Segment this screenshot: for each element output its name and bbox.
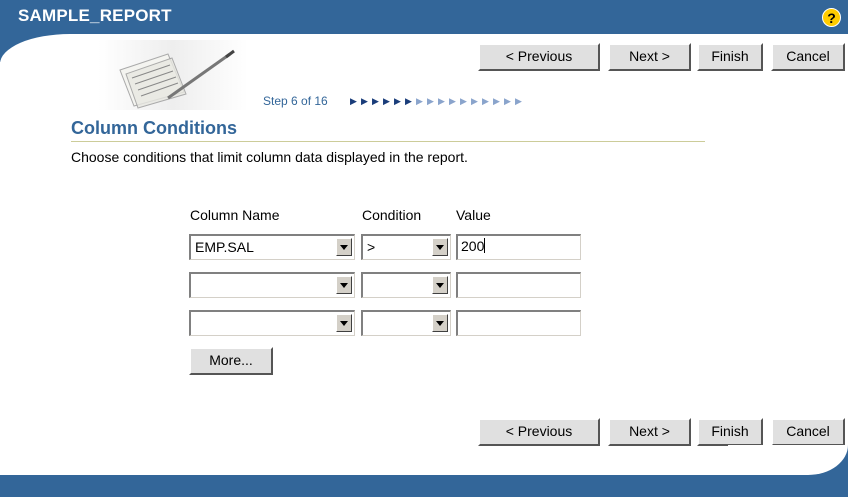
next-button-top[interactable]: Next > xyxy=(608,43,691,71)
wizard-illustration-icon xyxy=(98,40,248,110)
text-caret xyxy=(484,238,486,253)
column-name-select[interactable]: EMP.SAL xyxy=(189,234,355,260)
previous-button-top[interactable]: < Previous xyxy=(478,43,600,71)
chevron-down-icon[interactable] xyxy=(336,314,352,332)
column-name-select[interactable] xyxy=(189,272,355,298)
value-input[interactable] xyxy=(456,310,581,336)
chevron-down-icon[interactable] xyxy=(432,276,448,294)
footer-bar xyxy=(0,475,848,497)
condition-select-value: > xyxy=(367,239,376,255)
value-input-text: 200 xyxy=(461,238,485,254)
footer-curve xyxy=(728,445,848,475)
step-marker-icon: ▶ xyxy=(482,96,489,106)
title-divider xyxy=(71,141,705,142)
condition-header: Condition xyxy=(362,207,422,223)
step-marker-icon: ▶ xyxy=(394,96,401,106)
value-header: Value xyxy=(456,207,491,223)
column-name-header: Column Name xyxy=(190,207,280,223)
step-marker-icon: ▶ xyxy=(438,96,445,106)
step-marker-icon: ▶ xyxy=(372,96,379,106)
instructions-text: Choose conditions that limit column data… xyxy=(71,149,468,165)
step-marker-icon: ▶ xyxy=(493,96,500,106)
more-button[interactable]: More... xyxy=(189,347,273,375)
step-marker-icon: ▶ xyxy=(361,96,368,106)
step-progress: ▶ ▶ ▶ ▶ ▶ ▶ ▶ ▶ ▶ ▶ ▶ ▶ ▶ ▶ ▶ ▶ xyxy=(350,97,526,107)
chevron-down-icon[interactable] xyxy=(432,314,448,332)
page-title: Column Conditions xyxy=(71,118,237,138)
step-marker-icon: ▶ xyxy=(383,96,390,106)
help-icon[interactable]: ? xyxy=(822,8,841,27)
step-marker-icon: ▶ xyxy=(449,96,456,106)
step-marker-icon: ▶ xyxy=(515,96,522,106)
value-input[interactable]: 200 xyxy=(456,234,581,260)
finish-button-top[interactable]: Finish xyxy=(697,43,763,71)
step-marker-icon: ▶ xyxy=(471,96,478,106)
next-button-bottom[interactable]: Next > xyxy=(608,418,691,446)
condition-select[interactable]: > xyxy=(361,234,451,260)
value-input[interactable] xyxy=(456,272,581,298)
header-curve xyxy=(0,34,200,94)
app-title: SAMPLE_REPORT xyxy=(18,6,172,25)
condition-select[interactable] xyxy=(361,272,451,298)
step-marker-icon: ▶ xyxy=(504,96,511,106)
chevron-down-icon[interactable] xyxy=(432,238,448,256)
column-name-select-value: EMP.SAL xyxy=(195,239,254,255)
step-marker-icon: ▶ xyxy=(427,96,434,106)
step-marker-icon: ▶ xyxy=(416,96,423,106)
chevron-down-icon[interactable] xyxy=(336,238,352,256)
cancel-button-top[interactable]: Cancel xyxy=(771,43,845,71)
previous-button-bottom[interactable]: < Previous xyxy=(478,418,600,446)
step-marker-icon: ▶ xyxy=(405,96,412,106)
step-indicator-text: Step 6 of 16 xyxy=(263,94,328,108)
cancel-button-bottom[interactable]: Cancel xyxy=(771,418,845,446)
header-bar: SAMPLE_REPORT ? xyxy=(0,0,848,34)
step-marker-icon: ▶ xyxy=(350,96,357,106)
column-name-select[interactable] xyxy=(189,310,355,336)
step-marker-icon: ▶ xyxy=(460,96,467,106)
finish-button-bottom[interactable]: Finish xyxy=(697,418,763,446)
chevron-down-icon[interactable] xyxy=(336,276,352,294)
condition-select[interactable] xyxy=(361,310,451,336)
